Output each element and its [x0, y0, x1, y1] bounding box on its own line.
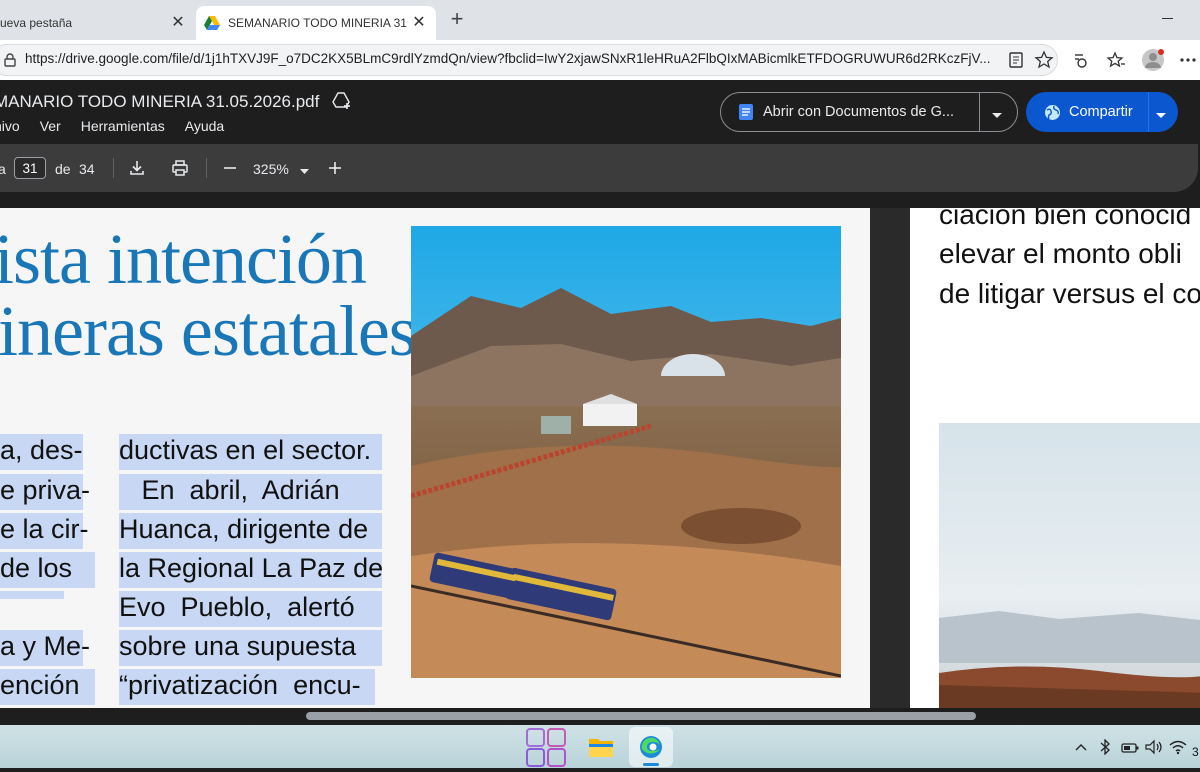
column-2-line: sobre una supuesta — [119, 630, 382, 666]
profile-avatar-icon[interactable] — [1141, 48, 1165, 72]
chevron-up-icon[interactable] — [1074, 740, 1088, 752]
zoom-level[interactable]: 325% — [253, 161, 289, 177]
menu-file[interactable]: hivo — [0, 118, 20, 134]
tab-drive-pdf[interactable]: SEMANARIO TODO MINERIA 31.05 ✕ — [196, 6, 436, 40]
zoom-out-icon[interactable] — [222, 160, 238, 176]
column-2-line: “privatización encu- — [119, 669, 375, 705]
column-1-line: ención — [0, 669, 95, 705]
favorite-star-icon[interactable] — [1034, 50, 1054, 70]
column-1-line — [0, 591, 64, 599]
chevron-down-icon[interactable] — [991, 107, 1003, 118]
close-tab-icon[interactable]: ✕ — [410, 14, 428, 32]
column-1-line: a, des- — [0, 434, 83, 470]
start-button[interactable] — [524, 727, 568, 767]
google-docs-icon — [739, 104, 753, 120]
column-1-line: a y Me- — [0, 630, 90, 666]
volume-icon[interactable] — [1145, 739, 1163, 755]
reading-view-icon[interactable] — [1006, 50, 1026, 70]
menu-view[interactable]: Ver — [40, 118, 61, 134]
divider — [979, 93, 980, 131]
page-number-input[interactable] — [14, 157, 46, 179]
download-icon[interactable] — [128, 159, 146, 177]
clock-time[interactable]: 3 — [1192, 745, 1199, 759]
column-1-line: e priva- — [0, 474, 90, 510]
share-label: Compartir — [1069, 104, 1133, 120]
document-title-text: MANARIO TODO MINERIA 31.05.2026.pdf — [0, 92, 320, 111]
file-explorer-icon[interactable] — [579, 727, 623, 767]
scrollbar-thumb[interactable] — [306, 712, 976, 720]
column-3-line: elevar el monto obli — [939, 238, 1182, 269]
google-drive-icon — [204, 15, 220, 31]
edge-browser-icon[interactable] — [629, 727, 673, 767]
column-2-line: En abril, Adrián — [119, 474, 382, 510]
pdf-page: ista intención ineras estatales a, des- … — [0, 208, 870, 708]
total-pages: 34 — [79, 161, 95, 177]
column-1-line: e la cir- — [0, 513, 89, 549]
mining-site-photo — [411, 226, 841, 678]
open-with-label: Abrir con Documentos de G... — [763, 104, 954, 120]
divider — [206, 158, 207, 178]
media-control-icon[interactable] — [1070, 50, 1090, 70]
print-icon[interactable] — [171, 159, 189, 177]
menu-tools[interactable]: Herramientas — [81, 118, 165, 134]
landscape-photo — [939, 423, 1200, 708]
pdf-page: ciación bien conocid elevar el monto obl… — [910, 208, 1200, 708]
battery-icon[interactable] — [1121, 741, 1139, 753]
wifi-icon[interactable] — [1169, 739, 1187, 755]
globe-icon — [1044, 104, 1061, 121]
share-options-chevron-icon[interactable] — [1155, 107, 1167, 118]
divider — [113, 158, 114, 178]
column-3-line: ciación bien conocid — [939, 208, 1192, 230]
column-1-line: de los — [0, 552, 95, 588]
site-info-icon[interactable] — [2, 52, 18, 68]
bluetooth-icon[interactable] — [1099, 738, 1111, 756]
tab-label: SEMANARIO TODO MINERIA 31.05 — [228, 16, 408, 30]
menu-help[interactable]: Ayuda — [185, 118, 224, 134]
page-of-label: de — [55, 161, 71, 177]
add-shortcut-icon[interactable] — [332, 92, 352, 115]
tab-new-tab[interactable]: ueva pestaña ✕ — [0, 6, 195, 40]
document-title: MANARIO TODO MINERIA 31.05.2026.pdf — [0, 92, 352, 115]
tab-label: ueva pestaña — [0, 16, 73, 30]
column-2-line: la Regional La Paz de — [119, 552, 383, 588]
more-options-icon[interactable] — [1178, 50, 1198, 70]
new-tab-button[interactable]: + — [446, 8, 468, 31]
page-prefix-label: a — [0, 161, 6, 177]
minimize-button[interactable] — [1160, 10, 1176, 26]
zoom-menu-chevron-icon[interactable] — [299, 163, 310, 174]
headline-line-2: ineras estatales — [0, 291, 417, 371]
column-2-line: Huanca, dirigente de — [119, 513, 382, 549]
zoom-in-icon[interactable] — [327, 160, 343, 176]
document-viewport[interactable]: ista intención ineras estatales a, des- … — [0, 208, 1200, 708]
url-text[interactable]: https://drive.google.com/file/d/1j1hTXVJ… — [25, 51, 995, 66]
menu-bar: hivo Ver Herramientas Ayuda — [0, 118, 244, 134]
divider — [1148, 92, 1149, 132]
column-2-line: Evo Pueblo, alertó — [119, 591, 382, 627]
headline-line-1: ista intención — [0, 219, 367, 299]
column-3-line: de litigar versus el co — [939, 278, 1200, 309]
column-2-line: ductivas en el sector. — [119, 434, 382, 470]
favorites-icon[interactable] — [1106, 50, 1126, 70]
close-tab-icon[interactable]: ✕ — [169, 14, 187, 32]
